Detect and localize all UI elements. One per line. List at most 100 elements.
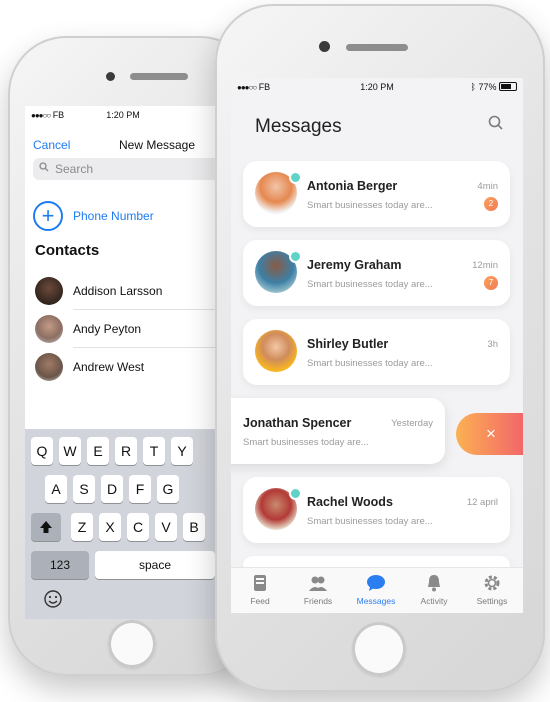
conversation-card[interactable]: Shirley Butler Smart businesses today ar… [243, 319, 510, 385]
avatar [35, 353, 63, 381]
contact-row[interactable]: Andy Peyton [35, 312, 221, 348]
key-c[interactable]: C [127, 513, 149, 541]
unread-badge: 7 [484, 276, 498, 290]
message-preview: Smart businesses today are... [307, 516, 433, 527]
tab-friends[interactable]: Friends [289, 574, 347, 606]
delete-button[interactable]: × [456, 413, 523, 455]
message-time: 12min [472, 260, 498, 271]
bluetooth-icon: ᛒ [470, 82, 476, 92]
contact-name: Andrew West [73, 360, 145, 374]
shift-key[interactable] [31, 513, 61, 541]
battery-percent: 77% [478, 82, 497, 92]
feed-icon [250, 574, 270, 592]
status-bar: ●●●○○ FB 1:20 PM [25, 106, 221, 124]
message-preview: Smart businesses today are... [307, 358, 433, 369]
key-f[interactable]: F [129, 475, 151, 503]
contact-row[interactable]: Andrew West [35, 350, 221, 386]
tab-label: Settings [476, 596, 508, 606]
online-indicator [289, 487, 302, 500]
search-input[interactable]: Search [33, 158, 221, 180]
home-button[interactable] [352, 622, 406, 676]
bell-icon [424, 574, 444, 592]
phone-number-button[interactable]: + Phone Number [33, 201, 221, 231]
message-time: 4min [477, 181, 498, 192]
numbers-key[interactable]: 123 [31, 551, 89, 579]
home-button[interactable] [108, 620, 156, 668]
front-camera [319, 41, 330, 52]
contact-name: Rachel Woods [307, 495, 393, 509]
key-t[interactable]: T [143, 437, 165, 465]
search-icon [39, 162, 49, 175]
emoji-icon[interactable] [43, 589, 63, 609]
contact-name: Jeremy Graham [307, 258, 402, 272]
divider [73, 309, 221, 310]
space-key[interactable]: space [95, 551, 215, 579]
earpiece-speaker [346, 44, 408, 51]
new-message-screen: ●●●○○ FB 1:20 PM Cancel New Message Sear… [25, 106, 221, 619]
key-s[interactable]: S [73, 475, 95, 503]
search-icon[interactable] [487, 114, 507, 134]
contact-row[interactable]: Addison Larsson [35, 274, 221, 310]
online-indicator [289, 171, 302, 184]
message-time: 3h [487, 339, 498, 350]
message-preview: Smart businesses today are... [307, 200, 433, 211]
key-d[interactable]: D [101, 475, 123, 503]
message-preview: Smart businesses today are... [307, 279, 433, 290]
tab-bar: Feed Friends Messages Activity Settings [231, 567, 523, 613]
tab-label: Activity [420, 596, 448, 606]
message-time: Yesterday [391, 418, 433, 429]
page-title: Messages [255, 116, 342, 137]
front-phone-device: ●●●○○ FB 1:20 PM ᛒ 77% Messages Antonia … [215, 4, 545, 692]
message-preview: Smart businesses today are... [243, 437, 369, 448]
key-x[interactable]: X [99, 513, 121, 541]
tab-activity[interactable]: Activity [405, 574, 463, 606]
conversation-card-swiped[interactable]: Jonathan Spencer Smart businesses today … [231, 398, 445, 464]
chat-icon [366, 574, 386, 592]
tab-messages[interactable]: Messages [347, 574, 405, 606]
key-r[interactable]: R [115, 437, 137, 465]
key-e[interactable]: E [87, 437, 109, 465]
contact-name: Jonathan Spencer [243, 416, 352, 430]
status-bar: ●●●○○ FB 1:20 PM ᛒ 77% [231, 78, 523, 96]
tab-feed[interactable]: Feed [231, 574, 289, 606]
tab-label: Messages [356, 596, 396, 606]
battery-icon [499, 82, 517, 91]
friends-icon [308, 574, 328, 592]
key-w[interactable]: W [59, 437, 81, 465]
avatar [35, 277, 63, 305]
key-a[interactable]: A [45, 475, 67, 503]
key-q[interactable]: Q [31, 437, 53, 465]
contact-name: Shirley Butler [307, 337, 389, 351]
keyboard: Q W E R T Y A S D F G Z X C V B 123 spac… [25, 429, 221, 619]
plus-icon: + [33, 201, 63, 231]
contact-name: Antonia Berger [307, 179, 398, 193]
conversation-card[interactable]: Antonia Berger Smart businesses today ar… [243, 161, 510, 227]
page-title: New Message [119, 138, 196, 152]
key-y[interactable]: Y [171, 437, 193, 465]
tab-label: Feed [250, 596, 270, 606]
key-g[interactable]: G [157, 475, 179, 503]
avatar [255, 330, 297, 372]
search-placeholder: Search [55, 162, 94, 176]
conversation-card[interactable]: Jeremy Graham Smart businesses today are… [243, 240, 510, 306]
front-camera [106, 72, 115, 81]
key-z[interactable]: Z [71, 513, 93, 541]
earpiece-speaker [130, 73, 188, 80]
cancel-button[interactable]: Cancel [33, 138, 70, 152]
divider [73, 347, 221, 348]
conversation-card[interactable]: Rachel Woods Smart businesses today are.… [243, 477, 510, 543]
tab-label: Friends [303, 596, 333, 606]
online-indicator [289, 250, 302, 263]
tab-settings[interactable]: Settings [463, 574, 521, 606]
gear-icon [482, 574, 502, 592]
message-time: 12 april [466, 497, 498, 508]
shift-arrow-icon [40, 521, 52, 533]
contacts-heading: Contacts [35, 242, 100, 259]
status-time: 1:20 PM [106, 110, 140, 120]
key-v[interactable]: V [155, 513, 177, 541]
key-b[interactable]: B [183, 513, 205, 541]
contact-name: Andy Peyton [73, 322, 142, 336]
messages-screen: ●●●○○ FB 1:20 PM ᛒ 77% Messages Antonia … [231, 78, 523, 613]
phone-number-label: Phone Number [73, 209, 154, 223]
close-icon: × [486, 424, 496, 443]
